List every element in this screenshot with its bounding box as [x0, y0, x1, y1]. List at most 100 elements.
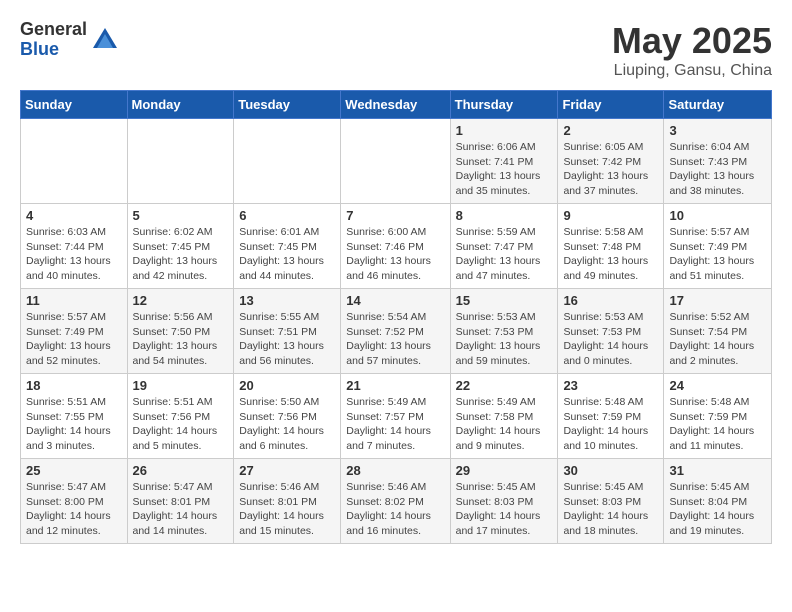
day-info: Sunrise: 5:55 AM Sunset: 7:51 PM Dayligh…: [239, 310, 335, 369]
calendar-cell-w2d4: 7 Sunrise: 6:00 AM Sunset: 7:46 PM Daylig…: [341, 204, 450, 289]
day-info: Sunrise: 6:04 AM Sunset: 7:43 PM Dayligh…: [669, 140, 766, 199]
calendar-cell-w2d5: 8 Sunrise: 5:59 AM Sunset: 7:47 PM Daylig…: [450, 204, 558, 289]
day-number: 30: [563, 463, 658, 478]
day-info: Sunrise: 5:59 AM Sunset: 7:47 PM Dayligh…: [456, 225, 553, 284]
calendar-cell-w2d3: 6 Sunrise: 6:01 AM Sunset: 7:45 PM Daylig…: [234, 204, 341, 289]
day-number: 25: [26, 463, 122, 478]
day-info: Sunrise: 5:45 AM Sunset: 8:04 PM Dayligh…: [669, 480, 766, 539]
calendar-cell-w4d2: 19Sunrise: 5:51 AM Sunset: 7:56 PM Dayli…: [127, 374, 234, 459]
day-info: Sunrise: 6:05 AM Sunset: 7:42 PM Dayligh…: [563, 140, 658, 199]
day-info: Sunrise: 5:56 AM Sunset: 7:50 PM Dayligh…: [133, 310, 229, 369]
day-number: 9: [563, 208, 658, 223]
calendar-table: SundayMondayTuesdayWednesdayThursdayFrid…: [20, 90, 772, 544]
day-info: Sunrise: 5:45 AM Sunset: 8:03 PM Dayligh…: [456, 480, 553, 539]
calendar-cell-w5d2: 26Sunrise: 5:47 AM Sunset: 8:01 PM Dayli…: [127, 459, 234, 544]
day-number: 7: [346, 208, 444, 223]
weekday-header-friday: Friday: [558, 91, 664, 119]
day-info: Sunrise: 5:48 AM Sunset: 7:59 PM Dayligh…: [563, 395, 658, 454]
page-header: General Blue May 2025 Liuping, Gansu, Ch…: [20, 20, 772, 80]
day-info: Sunrise: 5:48 AM Sunset: 7:59 PM Dayligh…: [669, 395, 766, 454]
calendar-cell-w2d7: 10Sunrise: 5:57 AM Sunset: 7:49 PM Dayli…: [664, 204, 772, 289]
calendar-cell-w3d3: 13 Sunrise: 5:55 AM Sunset: 7:51 PM Dayli…: [234, 289, 341, 374]
day-number: 20: [239, 378, 335, 393]
calendar-cell-w1d5: 1 Sunrise: 6:06 AM Sunset: 7:41 PM Daylig…: [450, 119, 558, 204]
weekday-header-row: SundayMondayTuesdayWednesdayThursdayFrid…: [21, 91, 772, 119]
calendar-cell-w5d5: 29 Sunrise: 5:45 AM Sunset: 8:03 PM Dayli…: [450, 459, 558, 544]
day-info: Sunrise: 5:52 AM Sunset: 7:54 PM Dayligh…: [669, 310, 766, 369]
day-info: Sunrise: 6:00 AM Sunset: 7:46 PM Dayligh…: [346, 225, 444, 284]
calendar-cell-w5d3: 27Sunrise: 5:46 AM Sunset: 8:01 PM Dayli…: [234, 459, 341, 544]
day-number: 23: [563, 378, 658, 393]
calendar-cell-w5d1: 25 Sunrise: 5:47 AM Sunset: 8:00 PM Dayli…: [21, 459, 128, 544]
day-number: 1: [456, 123, 553, 138]
day-number: 17: [669, 293, 766, 308]
day-number: 6: [239, 208, 335, 223]
calendar-cell-w1d6: 2 Sunrise: 6:05 AM Sunset: 7:42 PM Daylig…: [558, 119, 664, 204]
weekday-header-wednesday: Wednesday: [341, 91, 450, 119]
calendar-cell-w3d7: 17 Sunrise: 5:52 AM Sunset: 7:54 PM Dayli…: [664, 289, 772, 374]
day-info: Sunrise: 5:50 AM Sunset: 7:56 PM Dayligh…: [239, 395, 335, 454]
calendar-cell-w1d1: [21, 119, 128, 204]
day-number: 13: [239, 293, 335, 308]
logo-text: General Blue: [20, 20, 87, 60]
logo-icon: [91, 26, 119, 54]
calendar-cell-w3d2: 12 Sunrise: 5:56 AM Sunset: 7:50 PM Dayli…: [127, 289, 234, 374]
day-number: 4: [26, 208, 122, 223]
logo-blue: Blue: [20, 40, 87, 60]
calendar-cell-w2d6: 9 Sunrise: 5:58 AM Sunset: 7:48 PM Daylig…: [558, 204, 664, 289]
day-info: Sunrise: 5:53 AM Sunset: 7:53 PM Dayligh…: [456, 310, 553, 369]
weekday-header-tuesday: Tuesday: [234, 91, 341, 119]
day-info: Sunrise: 5:46 AM Sunset: 8:02 PM Dayligh…: [346, 480, 444, 539]
calendar-cell-w3d5: 15Sunrise: 5:53 AM Sunset: 7:53 PM Dayli…: [450, 289, 558, 374]
day-info: Sunrise: 6:03 AM Sunset: 7:44 PM Dayligh…: [26, 225, 122, 284]
day-info: Sunrise: 6:02 AM Sunset: 7:45 PM Dayligh…: [133, 225, 229, 284]
calendar-cell-w2d1: 4 Sunrise: 6:03 AM Sunset: 7:44 PM Daylig…: [21, 204, 128, 289]
calendar-cell-w5d7: 31Sunrise: 5:45 AM Sunset: 8:04 PM Dayli…: [664, 459, 772, 544]
day-number: 16: [563, 293, 658, 308]
day-number: 12: [133, 293, 229, 308]
week-row-4: 18Sunrise: 5:51 AM Sunset: 7:55 PM Dayli…: [21, 374, 772, 459]
day-info: Sunrise: 5:47 AM Sunset: 8:00 PM Dayligh…: [26, 480, 122, 539]
calendar-cell-w2d2: 5 Sunrise: 6:02 AM Sunset: 7:45 PM Daylig…: [127, 204, 234, 289]
calendar-cell-w4d1: 18Sunrise: 5:51 AM Sunset: 7:55 PM Dayli…: [21, 374, 128, 459]
day-info: Sunrise: 5:58 AM Sunset: 7:48 PM Dayligh…: [563, 225, 658, 284]
day-number: 2: [563, 123, 658, 138]
calendar-cell-w4d4: 21Sunrise: 5:49 AM Sunset: 7:57 PM Dayli…: [341, 374, 450, 459]
day-info: Sunrise: 5:57 AM Sunset: 7:49 PM Dayligh…: [669, 225, 766, 284]
day-info: Sunrise: 6:06 AM Sunset: 7:41 PM Dayligh…: [456, 140, 553, 199]
week-row-3: 11Sunrise: 5:57 AM Sunset: 7:49 PM Dayli…: [21, 289, 772, 374]
day-info: Sunrise: 5:51 AM Sunset: 7:55 PM Dayligh…: [26, 395, 122, 454]
day-number: 26: [133, 463, 229, 478]
calendar-cell-w5d6: 30 Sunrise: 5:45 AM Sunset: 8:03 PM Dayli…: [558, 459, 664, 544]
day-info: Sunrise: 5:54 AM Sunset: 7:52 PM Dayligh…: [346, 310, 444, 369]
calendar-cell-w3d4: 14 Sunrise: 5:54 AM Sunset: 7:52 PM Dayli…: [341, 289, 450, 374]
day-number: 28: [346, 463, 444, 478]
day-number: 11: [26, 293, 122, 308]
day-info: Sunrise: 5:45 AM Sunset: 8:03 PM Dayligh…: [563, 480, 658, 539]
calendar-cell-w1d7: 3Sunrise: 6:04 AM Sunset: 7:43 PM Daylig…: [664, 119, 772, 204]
day-number: 29: [456, 463, 553, 478]
day-number: 21: [346, 378, 444, 393]
calendar-cell-w4d5: 22Sunrise: 5:49 AM Sunset: 7:58 PM Dayli…: [450, 374, 558, 459]
day-info: Sunrise: 5:53 AM Sunset: 7:53 PM Dayligh…: [563, 310, 658, 369]
day-info: Sunrise: 6:01 AM Sunset: 7:45 PM Dayligh…: [239, 225, 335, 284]
weekday-header-sunday: Sunday: [21, 91, 128, 119]
location: Liuping, Gansu, China: [612, 62, 772, 80]
day-number: 24: [669, 378, 766, 393]
calendar-cell-w1d3: [234, 119, 341, 204]
weekday-header-thursday: Thursday: [450, 91, 558, 119]
day-info: Sunrise: 5:51 AM Sunset: 7:56 PM Dayligh…: [133, 395, 229, 454]
week-row-2: 4 Sunrise: 6:03 AM Sunset: 7:44 PM Daylig…: [21, 204, 772, 289]
calendar-cell-w1d2: [127, 119, 234, 204]
calendar-cell-w3d1: 11Sunrise: 5:57 AM Sunset: 7:49 PM Dayli…: [21, 289, 128, 374]
weekday-header-saturday: Saturday: [664, 91, 772, 119]
title-area: May 2025 Liuping, Gansu, China: [612, 20, 772, 80]
day-number: 8: [456, 208, 553, 223]
month-title: May 2025: [612, 20, 772, 62]
calendar-cell-w4d3: 20 Sunrise: 5:50 AM Sunset: 7:56 PM Dayli…: [234, 374, 341, 459]
day-number: 5: [133, 208, 229, 223]
calendar-cell-w4d6: 23 Sunrise: 5:48 AM Sunset: 7:59 PM Dayli…: [558, 374, 664, 459]
calendar-cell-w4d7: 24 Sunrise: 5:48 AM Sunset: 7:59 PM Dayli…: [664, 374, 772, 459]
day-info: Sunrise: 5:49 AM Sunset: 7:58 PM Dayligh…: [456, 395, 553, 454]
day-number: 14: [346, 293, 444, 308]
